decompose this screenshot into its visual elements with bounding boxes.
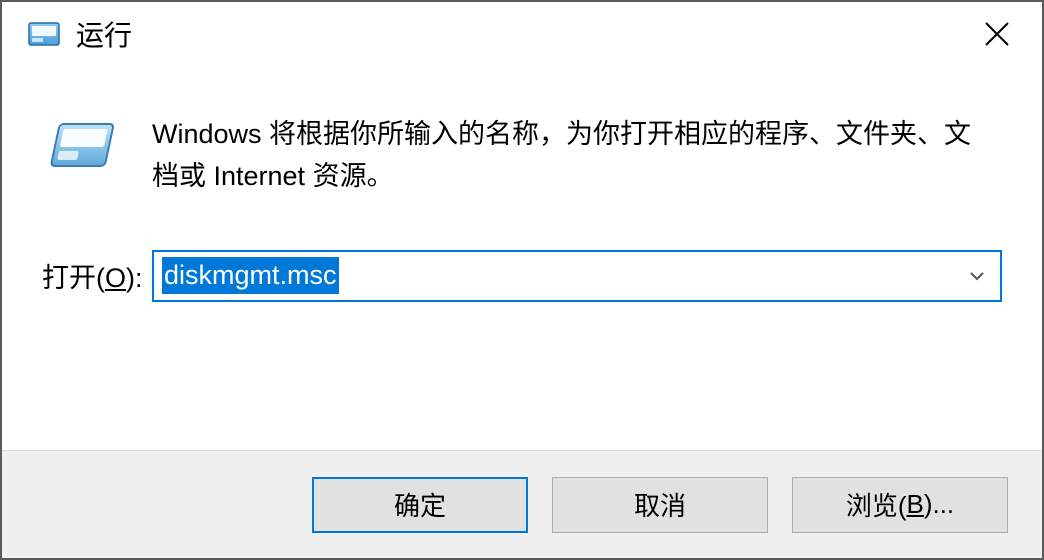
dialog-content: Windows 将根据你所输入的名称，为你打开相应的程序、文件夹、文档或 Int… <box>2 66 1042 450</box>
cancel-button[interactable]: 取消 <box>552 477 768 533</box>
titlebar: 运行 <box>2 2 1042 66</box>
run-icon <box>26 16 62 52</box>
button-bar: 确定 取消 浏览(B)... <box>2 450 1042 558</box>
ok-button[interactable]: 确定 <box>312 477 528 533</box>
close-icon <box>982 19 1012 49</box>
open-input[interactable]: diskmgmt.msc <box>154 252 954 300</box>
open-label: 打开(O): <box>42 256 152 295</box>
description-text: Windows 将根据你所输入的名称，为你打开相应的程序、文件夹、文档或 Int… <box>152 114 1002 198</box>
description-row: Windows 将根据你所输入的名称，为你打开相应的程序、文件夹、文档或 Int… <box>42 114 1002 198</box>
open-input-value: diskmgmt.msc <box>162 257 339 294</box>
close-button[interactable] <box>952 2 1042 66</box>
dialog-title: 运行 <box>76 14 952 54</box>
chevron-down-icon <box>967 266 987 286</box>
run-dialog: 运行 <box>0 0 1044 560</box>
run-large-icon <box>42 114 122 174</box>
combobox-dropdown-button[interactable] <box>954 252 1000 300</box>
open-combobox[interactable]: diskmgmt.msc <box>152 250 1002 302</box>
open-row: 打开(O): diskmgmt.msc <box>42 250 1002 302</box>
browse-button[interactable]: 浏览(B)... <box>792 477 1008 533</box>
